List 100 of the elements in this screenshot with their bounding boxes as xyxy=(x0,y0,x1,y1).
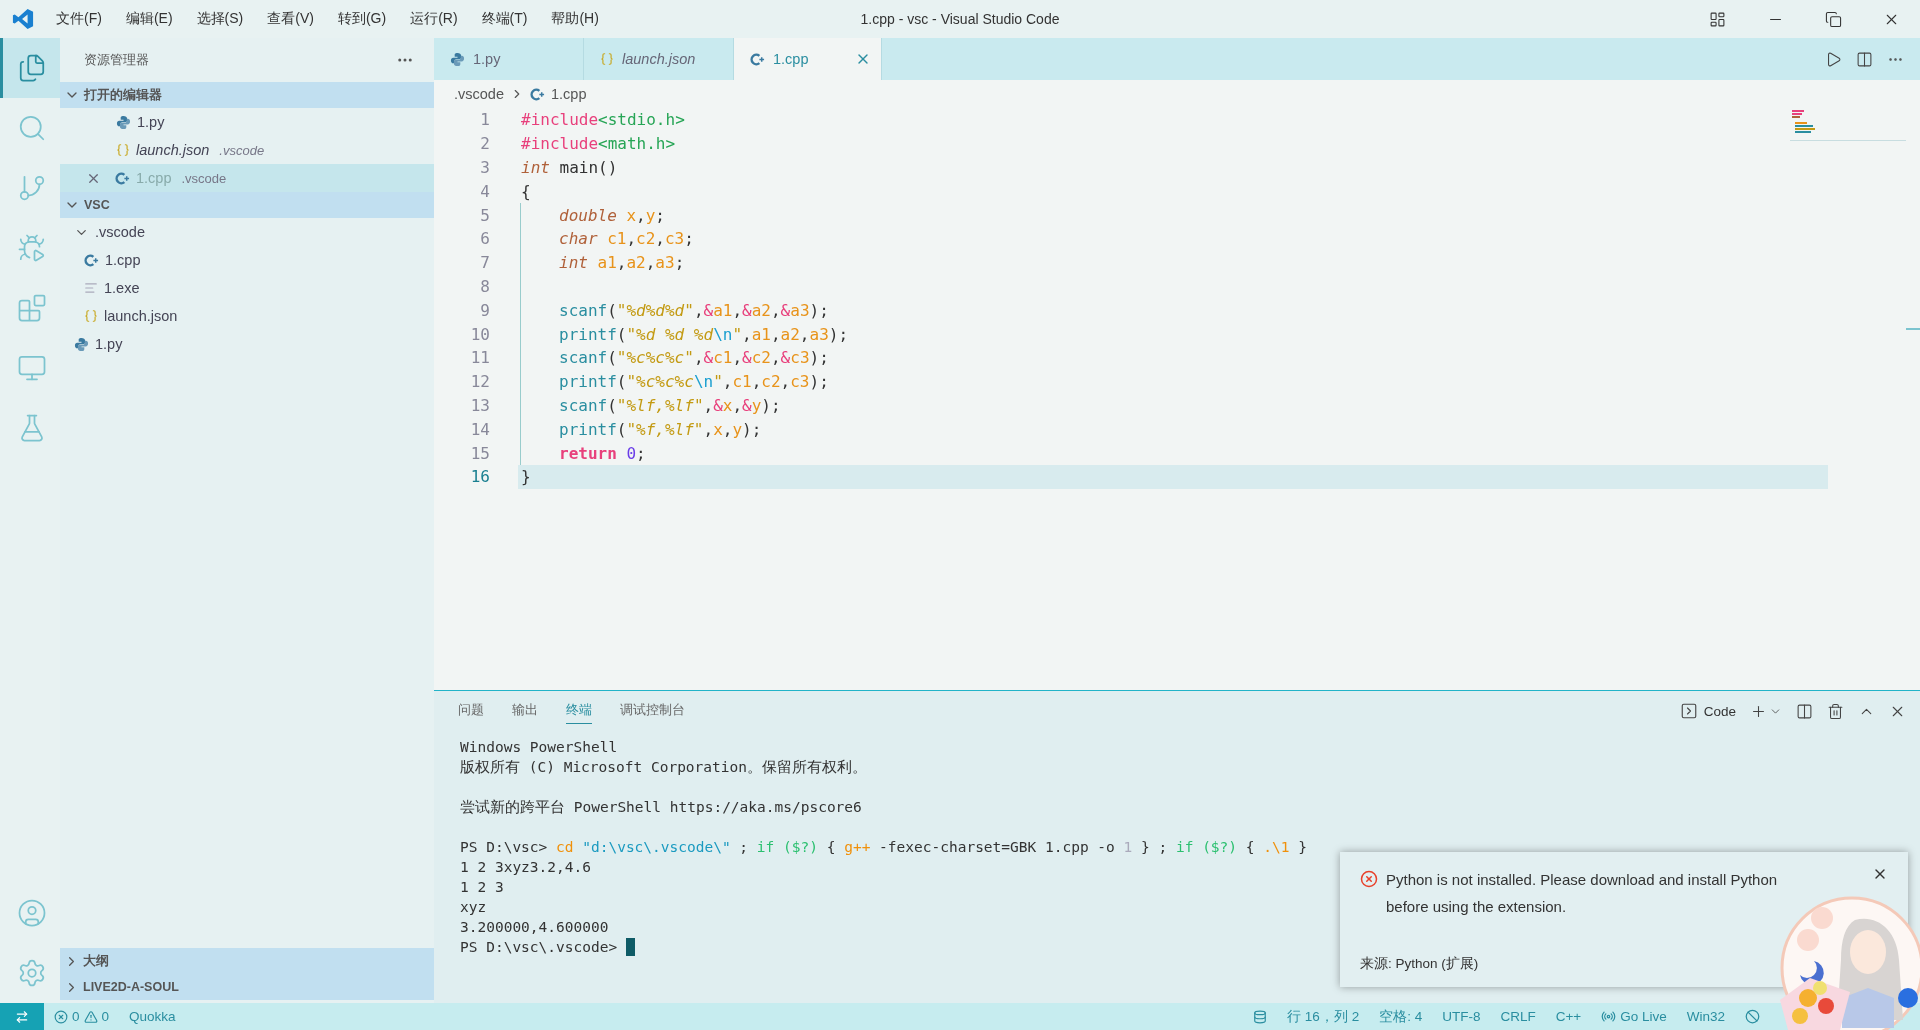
status-item[interactable]: 行 16，列 2 xyxy=(1277,1007,1370,1026)
file-name: 1.cpp xyxy=(105,252,141,268)
panel-tab[interactable]: 问题 xyxy=(458,698,484,724)
open-editor-row[interactable]: launch.json .vscode xyxy=(60,136,434,164)
menu-item[interactable]: 查看(V) xyxy=(255,10,326,28)
line-number: 2 xyxy=(479,134,490,154)
line-number: 16 xyxy=(469,467,490,487)
file-row[interactable]: 1.py xyxy=(60,330,434,358)
status-item[interactable]: CRLF xyxy=(1490,1009,1546,1024)
file-row[interactable]: launch.json xyxy=(60,302,434,330)
restore-icon[interactable] xyxy=(1824,10,1842,28)
play-icon[interactable] xyxy=(1825,50,1842,68)
menu-item[interactable]: 终端(T) xyxy=(469,10,540,28)
menu-item[interactable]: 编辑(E) xyxy=(113,10,185,28)
python-icon xyxy=(116,114,131,130)
terminal-name[interactable]: Code xyxy=(1703,703,1736,719)
line-number: 15 xyxy=(469,443,490,463)
line-number: 8 xyxy=(479,276,490,296)
code-line: } xyxy=(520,466,531,489)
file-row[interactable]: 1.exe xyxy=(60,274,434,302)
problems-indicator[interactable]: 0 0 xyxy=(44,1009,120,1024)
c-plus-icon xyxy=(530,86,545,102)
menu-item[interactable]: 运行(R) xyxy=(398,10,470,28)
panel-tab[interactable]: 调试控制台 xyxy=(620,698,685,724)
code-line: int main() xyxy=(520,157,618,179)
section-header[interactable]: 打开的编辑器 xyxy=(60,82,434,108)
remote-icon xyxy=(15,1009,29,1024)
code-line: return 0; xyxy=(520,441,646,465)
code-line: #include<math.h> xyxy=(520,133,676,156)
terminal-line: 3.200000,4.600000 xyxy=(460,918,609,937)
terminal-line: 1 2 3xyz3.2,4.6 xyxy=(460,858,591,877)
terminal-line: PS D:\vsc> cd "d:\vsc\.vscode\" ; if ($?) { g++ -fexec-charset=GBK 1.cpp -o 1 } ; if ($?) { .\1 } xyxy=(460,838,1307,857)
section-label: LIVE2D-A-SOUL xyxy=(83,980,179,994)
line-number: 13 xyxy=(469,395,490,415)
python-icon xyxy=(74,336,89,352)
broadcast-icon xyxy=(1601,1009,1617,1024)
status-item[interactable]: Win32 xyxy=(1676,1009,1735,1024)
blocks-icon[interactable] xyxy=(16,293,47,323)
monitor-icon[interactable] xyxy=(16,353,47,383)
line-number: 10 xyxy=(469,324,490,344)
editor-tab[interactable]: 1.cpp xyxy=(734,38,882,80)
line-number: 5 xyxy=(479,205,490,225)
section-header[interactable]: LIVE2D-A-SOUL xyxy=(60,974,434,1000)
code-line: scanf("%c%c%c",&c1,&c2,&c3); xyxy=(520,345,829,370)
minimap-drawing[interactable] xyxy=(1790,108,1906,142)
c-plus-icon xyxy=(750,51,765,67)
lines-icon xyxy=(84,281,98,295)
blocked-icon[interactable] xyxy=(1745,1009,1760,1024)
status-item[interactable]: UTF-8 xyxy=(1432,1009,1491,1024)
file-name: 1.py xyxy=(95,336,123,352)
braces-icon xyxy=(116,143,130,157)
menu-item[interactable]: 文件(F) xyxy=(44,10,114,28)
go-live-button[interactable]: Go Live xyxy=(1591,1009,1677,1024)
section-header[interactable]: 大纲 xyxy=(60,948,434,974)
status-item[interactable]: Quokka xyxy=(119,1009,186,1024)
menu-item[interactable]: 帮助(H) xyxy=(539,10,611,28)
layout-icon[interactable] xyxy=(1708,10,1726,28)
breadcrumb-item[interactable]: .vscode xyxy=(454,86,504,102)
menu-item[interactable]: 选择(S) xyxy=(184,10,256,28)
section-label: VSC xyxy=(84,198,110,212)
panel-tab[interactable]: 终端 xyxy=(566,698,592,724)
error-icon xyxy=(54,1009,68,1024)
split-icon[interactable] xyxy=(1856,50,1873,68)
open-editor-row[interactable]: 1.py xyxy=(60,108,434,136)
split-icon[interactable] xyxy=(1796,702,1813,720)
app-logo-icon xyxy=(12,8,34,30)
section-header[interactable]: VSC xyxy=(60,192,434,218)
remote-button[interactable] xyxy=(0,1003,44,1030)
terminal-icon[interactable] xyxy=(1679,702,1698,720)
code-line: double x,y; xyxy=(520,203,665,227)
file-row[interactable]: 1.cpp xyxy=(60,246,434,274)
breadcrumb-item[interactable]: 1.cpp xyxy=(551,86,587,102)
sidebar-title: 资源管理器 xyxy=(84,51,149,69)
notification-message: Python is not installed. Please download and install Python before using the extension. xyxy=(1386,870,1779,917)
code-line: printf("%d %d %d\n",a1,a2,a3); xyxy=(520,322,849,346)
line-number: 3 xyxy=(479,158,490,177)
terminal-line: 1 2 3 xyxy=(460,878,504,897)
terminal-line: xyz xyxy=(460,898,487,917)
trash-icon[interactable] xyxy=(1827,702,1844,720)
account-icon[interactable] xyxy=(16,898,47,928)
activity-tab[interactable] xyxy=(0,38,60,98)
braces-icon xyxy=(84,309,98,323)
folder-row[interactable]: .vscode xyxy=(60,218,434,246)
bug-play-icon[interactable] xyxy=(16,233,47,263)
panel-tab[interactable]: 输出 xyxy=(512,698,538,724)
section-label: 大纲 xyxy=(83,952,109,970)
terminal-line: PS D:\vsc\.vscode> xyxy=(460,937,635,957)
code-line: char c1,c2,c3; xyxy=(520,227,694,251)
error-icon xyxy=(1360,870,1378,888)
database-icon[interactable] xyxy=(1253,1009,1268,1024)
open-editor-row[interactable]: 1.cpp .vscode xyxy=(60,164,434,192)
scroll-marker xyxy=(1906,328,1920,330)
file-name: 1.cpp xyxy=(136,170,172,186)
line-number: 11 xyxy=(469,348,490,368)
status-item[interactable]: 空格: 4 xyxy=(1369,1007,1433,1026)
status-item[interactable]: C++ xyxy=(1545,1009,1592,1024)
braces-icon xyxy=(600,52,614,66)
line-number: 6 xyxy=(479,229,490,249)
menu-item[interactable]: 转到(G) xyxy=(325,10,399,28)
line-number: 9 xyxy=(479,300,490,320)
